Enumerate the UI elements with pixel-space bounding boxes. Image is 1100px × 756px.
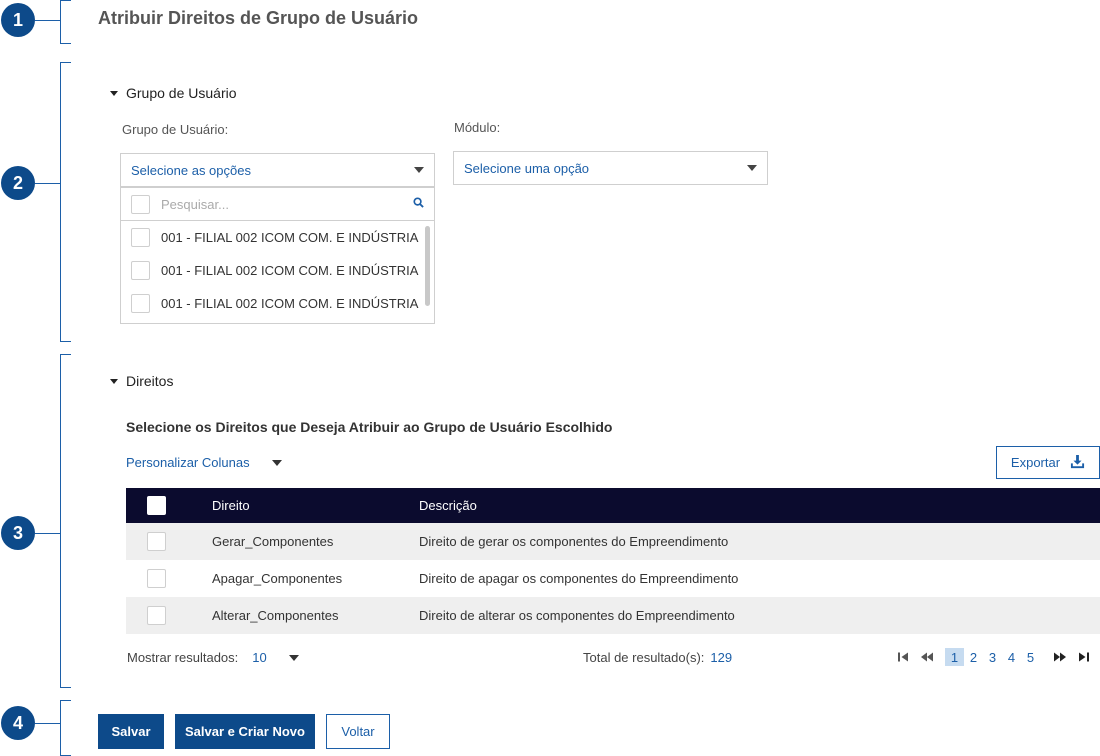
dropdown-option[interactable]: 001 - FILIAL 002 ICOM COM. E INDÚSTRIA — [121, 254, 434, 287]
previous-page-icon[interactable] — [919, 649, 935, 665]
option-checkbox[interactable] — [131, 294, 150, 313]
rights-subtitle: Selecione os Direitos que Deseja Atribui… — [126, 419, 613, 435]
personalize-columns-dropdown[interactable]: Personalizar Colunas — [126, 455, 282, 470]
dropdown-option[interactable]: 001 - FILIAL 002 ICOM COM. E INDÚSTRIA — [121, 221, 434, 254]
row-checkbox[interactable] — [147, 569, 166, 588]
cell-descricao: Direito de gerar os componentes do Empre… — [419, 534, 729, 549]
download-icon — [1070, 454, 1085, 472]
caret-down-icon — [110, 378, 118, 384]
annotation-marker-2: 2 — [1, 166, 35, 200]
cell-descricao: Direito de alterar os componentes do Emp… — [419, 608, 735, 623]
rights-table: Direito Descrição Gerar_Componentes Dire… — [126, 488, 1100, 636]
annotation-connector-2 — [35, 183, 60, 184]
total-results-label: Total de resultado(s): — [583, 650, 705, 665]
module-select[interactable]: Selecione uma opção — [453, 151, 768, 185]
group-select-value: Selecione as opções — [131, 162, 251, 178]
column-header-direito[interactable]: Direito — [212, 498, 419, 513]
option-checkbox[interactable] — [131, 228, 150, 247]
section-toggle-direitos[interactable]: Direitos — [110, 373, 173, 389]
annotation-marker-1: 1 — [1, 3, 35, 37]
dropdown-search-row: Pesquisar... — [121, 188, 434, 221]
group-label: Grupo de Usuário: — [122, 122, 229, 137]
chevron-down-icon — [414, 167, 424, 173]
personalize-columns-label: Personalizar Colunas — [126, 455, 250, 470]
dropdown-option[interactable]: 001 - FILIAL 002 ICOM COM. E INDÚSTRIA — [121, 287, 434, 320]
total-results-value: 129 — [710, 650, 733, 665]
save-button[interactable]: Salvar — [98, 714, 164, 749]
module-select-value: Selecione uma opção — [464, 160, 590, 176]
dropdown-scrollbar[interactable] — [425, 226, 430, 306]
table-row[interactable]: Apagar_Componentes Direito de apagar os … — [126, 560, 1100, 597]
caret-down-icon — [271, 459, 282, 466]
next-page-icon[interactable] — [1052, 649, 1068, 665]
annotation-bracket-1 — [60, 0, 71, 44]
annotation-marker-3: 3 — [1, 516, 35, 550]
annotation-connector-4 — [35, 723, 60, 724]
row-checkbox[interactable] — [147, 532, 166, 551]
caret-down-icon — [110, 90, 118, 96]
row-checkbox[interactable] — [147, 606, 166, 625]
dropdown-search-input[interactable]: Pesquisar... — [161, 197, 229, 212]
pagination: 1 2 3 4 5 — [895, 648, 1092, 666]
search-icon[interactable] — [413, 195, 424, 213]
page-1[interactable]: 1 — [945, 648, 964, 666]
page-5[interactable]: 5 — [1021, 648, 1040, 666]
caret-down-icon[interactable] — [288, 654, 299, 661]
option-label: 001 - FILIAL 002 ICOM COM. E INDÚSTRIA — [161, 263, 419, 278]
total-results: Total de resultado(s): 129 — [583, 650, 732, 665]
cell-descricao: Direito de apagar os componentes do Empr… — [419, 571, 739, 586]
chevron-down-icon — [747, 165, 757, 171]
option-checkbox[interactable] — [131, 261, 150, 280]
export-label: Exportar — [1010, 455, 1061, 470]
first-page-icon[interactable] — [895, 649, 911, 665]
annotation-bracket-4 — [60, 700, 71, 756]
annotation-bracket-2 — [60, 62, 71, 342]
option-label: 001 - FILIAL 002 ICOM COM. E INDÚSTRIA — [161, 230, 419, 245]
section-heading-grupo: Grupo de Usuário — [126, 85, 237, 101]
select-all-rows-checkbox[interactable] — [147, 496, 166, 515]
cell-direito: Gerar_Componentes — [212, 534, 334, 549]
last-page-icon[interactable] — [1076, 649, 1092, 665]
back-button[interactable]: Voltar — [326, 714, 390, 749]
column-header-descricao[interactable]: Descrição — [419, 498, 1100, 513]
select-all-checkbox[interactable] — [131, 194, 150, 214]
save-and-new-button[interactable]: Salvar e Criar Novo — [175, 714, 315, 749]
cell-direito: Apagar_Componentes — [212, 571, 343, 586]
table-row[interactable]: Gerar_Componentes Direito de gerar os co… — [126, 523, 1100, 560]
group-dropdown-panel: Pesquisar... 001 - FILIAL 002 ICOM COM. … — [120, 187, 435, 324]
annotation-marker-4: 4 — [1, 706, 35, 740]
section-toggle-grupo[interactable]: Grupo de Usuário — [110, 85, 237, 101]
cell-direito: Alterar_Componentes — [212, 608, 339, 623]
page-3[interactable]: 3 — [983, 648, 1002, 666]
annotation-connector-1 — [35, 20, 60, 21]
option-label: 001 - FILIAL 002 ICOM COM. E INDÚSTRIA — [161, 296, 419, 311]
results-per-page-label: Mostrar resultados: — [127, 650, 239, 665]
module-label: Módulo: — [454, 120, 501, 135]
table-row[interactable]: Alterar_Componentes Direito de alterar o… — [126, 597, 1100, 634]
results-per-page: Mostrar resultados: 10 — [127, 650, 307, 665]
table-header: Direito Descrição — [126, 488, 1100, 523]
page-4[interactable]: 4 — [1002, 648, 1021, 666]
page-title: Atribuir Direitos de Grupo de Usuário — [98, 8, 419, 28]
section-heading-direitos: Direitos — [126, 373, 174, 389]
results-per-page-select[interactable]: 10 — [252, 650, 266, 665]
group-select[interactable]: Selecione as opções — [120, 153, 435, 187]
export-button[interactable]: Exportar — [996, 446, 1100, 479]
page-2[interactable]: 2 — [964, 648, 983, 666]
annotation-connector-3 — [35, 533, 60, 534]
annotation-bracket-3 — [60, 354, 71, 688]
